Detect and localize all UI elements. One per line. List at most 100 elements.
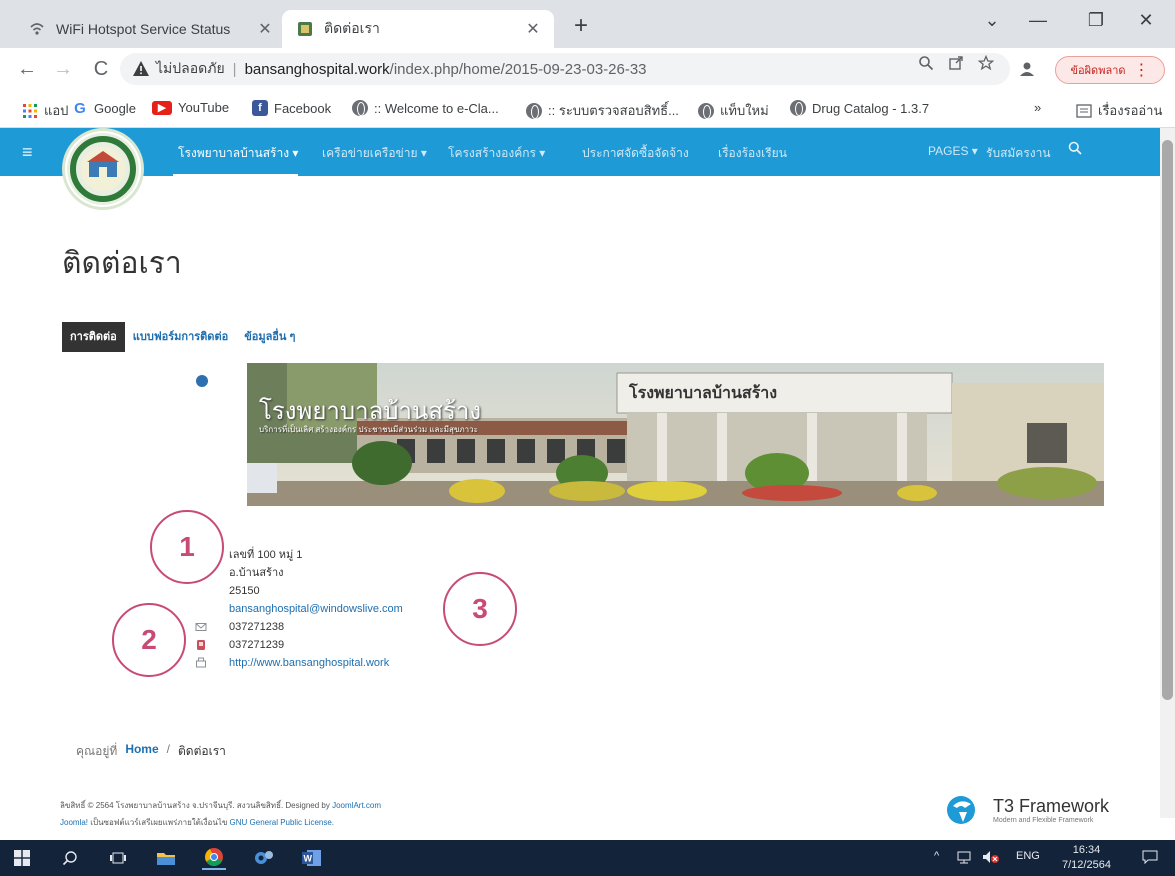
search-icon[interactable] [58, 846, 82, 870]
reading-list-icon [1076, 103, 1092, 118]
hospital-logo[interactable] [62, 128, 144, 210]
bookmarks-bar: แอป G Google ▶ YouTube f Facebook :: Wel… [0, 90, 1175, 128]
forward-button[interactable]: → [50, 56, 76, 82]
kebab-menu-icon: ⋮ [1133, 62, 1150, 79]
share-icon[interactable] [948, 55, 964, 76]
t3-name: T3 Framework [993, 796, 1110, 816]
bookmark-label: YouTube [178, 100, 230, 115]
site-navbar: ≡ โรงพยาบาลบ้านสร้าง ▾ เครือข่ายเครือข่า… [0, 128, 1160, 176]
scrollbar-thumb[interactable] [1162, 140, 1173, 700]
nav-item-jobs[interactable]: รับสมัครงาน [986, 144, 1051, 163]
annotation-circle-3: 3 [443, 572, 517, 646]
minimize-button[interactable]: — [1016, 4, 1060, 36]
globe-icon [352, 100, 368, 116]
footer-line-2: Joomla! เป็นซอฟต์แวร์เสรีเผยแพร่ภายใต้เง… [60, 814, 381, 831]
bookmark-youtube[interactable]: ▶ YouTube [152, 100, 229, 115]
address-bar[interactable]: ไม่ปลอดภัย | bansanghospital.work /index… [120, 53, 1010, 85]
close-icon[interactable]: ✕ [522, 19, 544, 39]
notifications-icon[interactable] [1142, 850, 1158, 867]
phone-icon [197, 640, 205, 650]
settings-icon[interactable] [252, 846, 276, 870]
network-icon[interactable] [956, 850, 972, 867]
error-button[interactable]: ข้อผิดพลาด ⋮ [1055, 56, 1165, 84]
close-window-button[interactable]: ✕ [1124, 4, 1168, 36]
gpl-link[interactable]: GNU General Public License. [230, 818, 335, 827]
bookmark-label: :: Welcome to e-Cla... [374, 100, 499, 116]
bookmark-apps[interactable]: แอป [22, 100, 68, 121]
url-separator: | [232, 60, 237, 78]
url-host: bansanghospital.work [244, 60, 390, 78]
banner-subtitle: บริการที่เป็นเลิศ สร้างองค์กร ประชาชนมีส… [259, 425, 478, 434]
tab-contact-form[interactable]: แบบฟอร์มการติดต่อ [125, 322, 236, 352]
banner-building-sign: โรงพยาบาลบ้านสร้าง [629, 385, 778, 402]
t3-framework-badge[interactable]: T3 Framework Modern and Flexible Framewo… [945, 794, 1109, 826]
error-label: ข้อผิดพลาด [1070, 65, 1126, 77]
bookmark-star-icon[interactable] [977, 54, 995, 76]
apps-grid-icon [23, 103, 37, 118]
profile-icon[interactable] [1018, 60, 1036, 83]
tab-contact-us[interactable]: ติดต่อเรา ✕ [282, 10, 554, 48]
bookmark-e-class[interactable]: :: Welcome to e-Cla... [352, 100, 499, 116]
not-secure-label: ไม่ปลอดภัย [156, 60, 225, 76]
nav-item-pages[interactable]: PAGES ▾ [928, 144, 978, 158]
new-tab-button[interactable]: + [566, 12, 596, 40]
bookmark-facebook[interactable]: f Facebook [252, 100, 331, 116]
copyright-text: ลิขสิทธิ์ © 2564 โรงพยาบาลบ้านสร้าง จ.ปร… [60, 801, 330, 810]
tab-contact[interactable]: การติดต่อ [62, 322, 125, 352]
site-favicon-icon [296, 20, 314, 38]
phone-number: 037271238 [229, 621, 285, 633]
zoom-icon[interactable] [918, 55, 934, 76]
bookmark-new-tab[interactable]: แท็บใหม่ [698, 100, 769, 121]
nav-item-network[interactable]: เครือข่ายเครือข่าย ▾ [322, 144, 427, 163]
nav-item-procurement[interactable]: ประกาศจัดซื้อจัดจ้าง [582, 144, 689, 163]
footer-line-1: ลิขสิทธิ์ © 2564 โรงพยาบาลบ้านสร้าง จ.ปร… [60, 797, 381, 814]
breadcrumb-home-link[interactable]: Home [125, 742, 158, 761]
breadcrumb-current: ติดต่อเรา [178, 744, 226, 758]
facebook-icon: f [252, 100, 268, 116]
search-icon[interactable] [1068, 141, 1082, 158]
bookmark-drug-catalog[interactable]: Drug Catalog - 1.3.7 [790, 100, 929, 116]
contact-sub-tabs: การติดต่อ แบบฟอร์มการติดต่อ ข้อมูลอื่น ๆ [62, 322, 303, 352]
show-hidden-icons-button[interactable]: ^ [934, 850, 939, 862]
globe-icon [698, 102, 714, 119]
tab-search-dropdown-button[interactable]: ⌄ [970, 4, 1014, 36]
joomla-link[interactable]: Joomla! [60, 818, 88, 827]
task-view-icon[interactable] [106, 846, 130, 870]
youtube-icon: ▶ [152, 100, 172, 115]
bookmark-google[interactable]: G Google [72, 99, 136, 117]
hamburger-menu-icon[interactable]: ≡ [22, 142, 33, 163]
active-nav-underline [173, 174, 298, 176]
chrome-icon[interactable] [202, 846, 226, 870]
close-icon[interactable]: ✕ [254, 19, 276, 39]
reading-list-button[interactable]: เรื่องรออ่าน [1076, 100, 1162, 121]
postal-code: 25150 [229, 585, 260, 597]
nav-item-structure[interactable]: โครงสร้างองค์กร ▾ [448, 144, 545, 163]
site-footer: ลิขสิทธิ์ © 2564 โรงพยาบาลบ้านสร้าง จ.ปร… [60, 797, 381, 831]
bookmark-label: :: ระบบตรวจสอบสิทธิ์... [548, 103, 679, 118]
nav-item-hospital[interactable]: โรงพยาบาลบ้านสร้าง ▾ [178, 144, 298, 163]
nav-item-complaints[interactable]: เรื่องร้องเรียน [718, 144, 787, 163]
taskbar-clock[interactable]: 16:34 7/12/2564 [1062, 843, 1111, 873]
bookmark-rights-check[interactable]: :: ระบบตรวจสอบสิทธิ์... [526, 100, 679, 121]
volume-muted-icon[interactable] [982, 850, 1000, 867]
restore-button[interactable]: ❐ [1074, 4, 1118, 36]
reload-button[interactable]: C [88, 56, 114, 82]
globe-icon [790, 100, 806, 116]
globe-icon [526, 102, 542, 119]
google-icon: G [74, 99, 86, 117]
tab-other-info[interactable]: ข้อมูลอื่น ๆ [236, 322, 303, 352]
word-icon[interactable]: W [300, 846, 324, 870]
breadcrumb-separator: / [166, 742, 170, 756]
tab-wifi-hotspot[interactable]: WiFi Hotspot Service Status ✕ [14, 10, 286, 48]
joomlart-link[interactable]: JoomlArt.com [332, 801, 381, 810]
website-link[interactable]: http://www.bansanghospital.work [229, 657, 389, 669]
more-bookmarks-button[interactable]: » [1034, 100, 1041, 115]
svg-text:W: W [304, 854, 313, 864]
windows-start-icon[interactable] [10, 846, 34, 870]
url-path: /index.php/home/2015-09-23-03-26-33 [389, 60, 647, 78]
page-scrollbar[interactable] [1160, 128, 1175, 818]
back-button[interactable]: ← [14, 56, 40, 82]
file-explorer-icon[interactable] [154, 846, 178, 870]
email-link[interactable]: bansanghospital@windowslive.com [229, 603, 403, 615]
input-language-indicator[interactable]: ENG [1016, 850, 1040, 862]
